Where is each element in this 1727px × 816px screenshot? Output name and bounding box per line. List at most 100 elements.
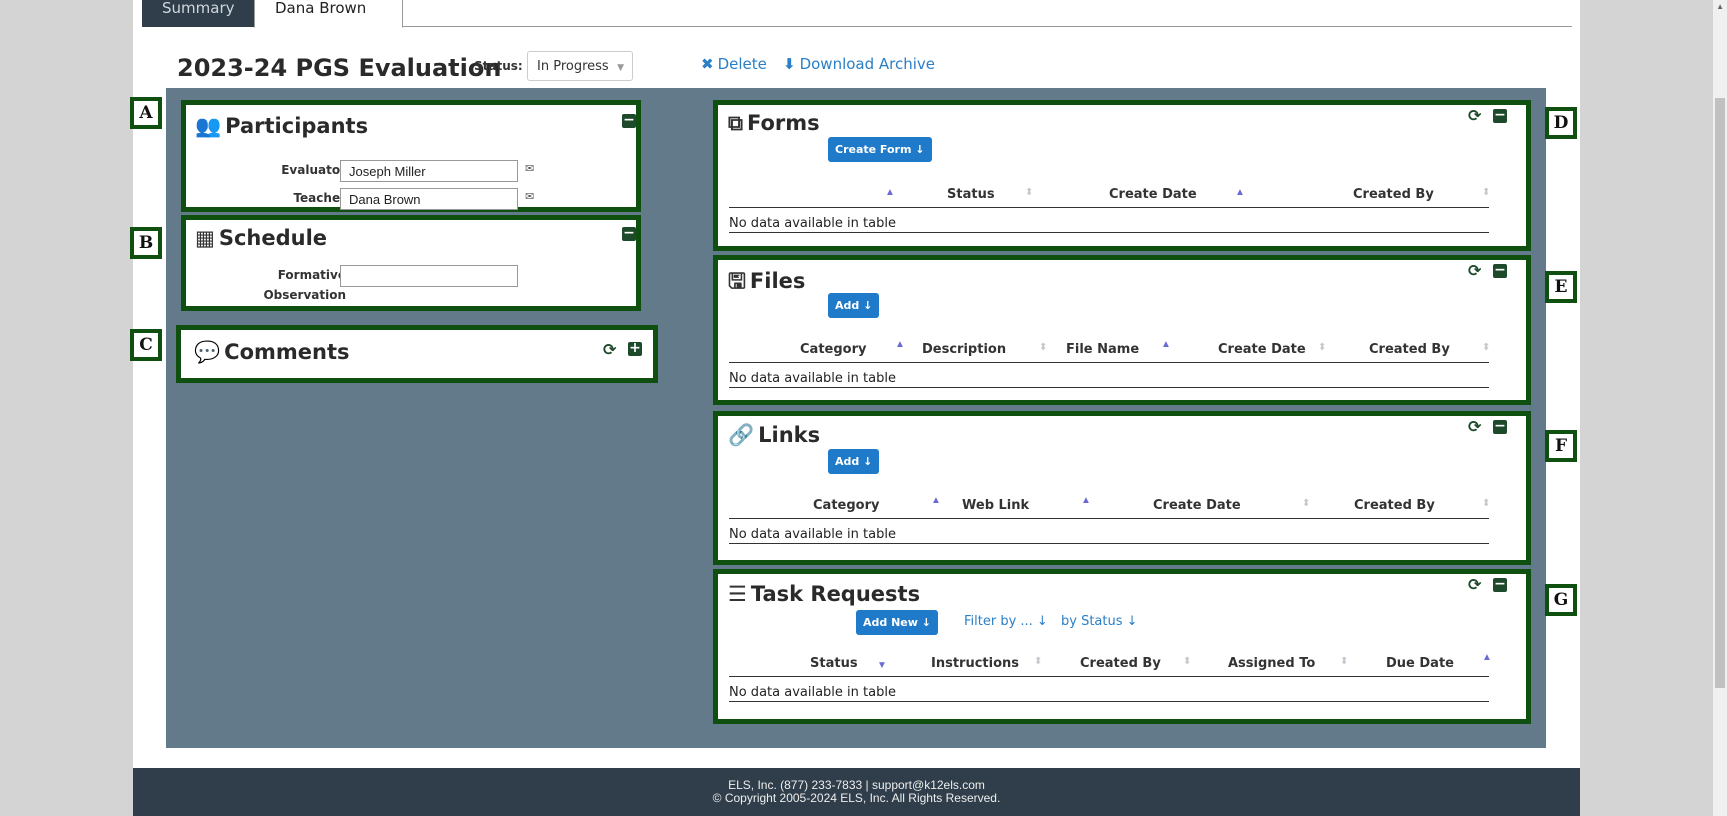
sort-icon[interactable]: ⬍ [1318, 342, 1326, 353]
sort-icon[interactable]: ⬍ [1482, 498, 1490, 509]
sort-asc-icon[interactable]: ▲ [895, 339, 905, 350]
sort-icon[interactable]: ⬍ [1183, 656, 1191, 667]
sort-asc-icon[interactable]: ▲ [1482, 652, 1492, 663]
comments-icon: 💬 [194, 340, 221, 364]
collapse-icon[interactable]: − [622, 226, 636, 241]
scroll-up-icon[interactable]: ▲ [1716, 2, 1724, 11]
sort-asc-icon[interactable]: ▲ [885, 187, 895, 198]
filter-by-dropdown[interactable]: Filter by ... ↓ [964, 614, 1048, 629]
marker-g: G [1545, 584, 1577, 616]
page: Summary Dana Brown 2023-24 PGS Evaluatio… [133, 0, 1580, 816]
column-header[interactable]: Category [800, 342, 866, 357]
tab-dana-brown[interactable]: Dana Brown [254, 0, 403, 28]
sort-icon[interactable]: ⬍ [1482, 342, 1490, 353]
teacher-field[interactable]: Dana Brown [340, 188, 518, 210]
forms-panel: ⧉ Forms ⟳ − Create Form ↓ ▲ Status ⬍ Crea… [713, 100, 1531, 251]
refresh-icon[interactable]: ⟳ [1468, 575, 1481, 594]
teacher-label: Teacher [293, 191, 346, 205]
create-form-button[interactable]: Create Form ↓ [828, 137, 932, 162]
tab-bar: Summary Dana Brown [142, 0, 1572, 28]
column-header[interactable]: Created By [1353, 187, 1434, 202]
column-header[interactable]: Description [922, 342, 1006, 357]
footer: ELS, Inc. (877) 233-7833 | support@k12el… [133, 768, 1580, 816]
evaluator-label: Evaluator [281, 163, 346, 177]
collapse-icon[interactable]: − [1493, 419, 1507, 434]
tab-summary[interactable]: Summary [142, 0, 254, 27]
column-header[interactable]: File Name [1066, 342, 1139, 357]
sort-icon[interactable]: ⬍ [1039, 342, 1047, 353]
column-header[interactable]: Create Date [1218, 342, 1306, 357]
add-new-task-button[interactable]: Add New ↓ [856, 610, 938, 635]
divider [729, 543, 1489, 544]
status-select[interactable]: In Progress ▼ [527, 51, 633, 81]
list-icon: ☰ [728, 582, 747, 606]
column-header[interactable]: Assigned To [1228, 656, 1315, 671]
download-archive-link[interactable]: ⬇ Download Archive [783, 55, 935, 73]
sort-icon[interactable]: ⬍ [1025, 187, 1033, 198]
comments-title: 💬 Comments [194, 340, 350, 364]
email-icon[interactable]: ✉ [525, 162, 534, 175]
links-title: 🔗 Links [728, 423, 821, 447]
participants-title: 👥 Participants [195, 114, 369, 138]
sort-asc-icon[interactable]: ▲ [1161, 339, 1171, 350]
column-header[interactable]: Web Link [962, 498, 1029, 513]
participants-panel: 👥 Participants − Evaluator Joseph Miller … [181, 100, 641, 212]
column-header[interactable]: Category [813, 498, 879, 513]
column-header[interactable]: Create Date [1153, 498, 1241, 513]
formative-label-line2: Observation [263, 288, 346, 302]
collapse-icon[interactable]: − [622, 113, 636, 128]
evaluation-board: 👥 Participants − Evaluator Joseph Miller … [166, 88, 1546, 748]
column-header[interactable]: Status [947, 187, 995, 202]
sort-desc-icon[interactable]: ▼ [877, 660, 887, 671]
users-icon: 👥 [195, 114, 222, 138]
links-panel: 🔗 Links ⟳ − Add ↓ Category ▲ Web Link ▲ C… [713, 411, 1531, 565]
divider [729, 362, 1489, 363]
scrollbar[interactable]: ▲ [1713, 0, 1727, 816]
scroll-thumb[interactable] [1715, 98, 1725, 688]
expand-icon[interactable]: + [628, 341, 642, 356]
calendar-icon: ▦ [195, 226, 215, 250]
sort-icon[interactable]: ⬍ [1034, 656, 1042, 667]
delete-link[interactable]: ✖ Delete [701, 55, 767, 73]
divider [729, 232, 1489, 233]
column-header[interactable]: Create Date [1109, 187, 1197, 202]
add-link-button[interactable]: Add ↓ [828, 449, 880, 474]
delete-label: Delete [717, 55, 767, 73]
column-header[interactable]: Created By [1369, 342, 1450, 357]
column-header[interactable]: Due Date [1386, 656, 1454, 671]
filter-by-status-dropdown[interactable]: by Status ↓ [1061, 614, 1138, 629]
sort-icon[interactable]: ⬍ [1340, 656, 1348, 667]
empty-message: No data available in table [729, 685, 896, 700]
column-header[interactable]: Created By [1080, 656, 1161, 671]
chevron-down-icon: ▼ [617, 63, 624, 73]
column-header[interactable]: Instructions [931, 656, 1019, 671]
collapse-icon[interactable]: − [1493, 108, 1507, 123]
column-header[interactable]: Status [810, 656, 858, 671]
formative-observation-field[interactable] [340, 265, 518, 287]
sort-asc-icon[interactable]: ▲ [931, 495, 941, 506]
marker-d: D [1545, 107, 1577, 139]
refresh-icon[interactable]: ⟳ [1468, 261, 1481, 280]
column-header[interactable]: Created By [1354, 498, 1435, 513]
files-panel: 🖫 Files ⟳ − Add ↓ Category ▲ Description … [713, 255, 1531, 405]
marker-a: A [130, 97, 162, 129]
sort-icon[interactable]: ⬍ [1302, 498, 1310, 509]
divider [729, 676, 1489, 677]
status-value: In Progress [537, 59, 609, 74]
refresh-icon[interactable]: ⟳ [603, 340, 616, 359]
add-file-button[interactable]: Add ↓ [828, 293, 880, 318]
evaluator-field[interactable]: Joseph Miller [340, 160, 518, 182]
forms-icon: ⧉ [728, 111, 743, 135]
marker-e: E [1545, 271, 1577, 303]
page-title: 2023-24 PGS Evaluation [177, 54, 502, 82]
refresh-icon[interactable]: ⟳ [1468, 106, 1481, 125]
refresh-icon[interactable]: ⟳ [1468, 417, 1481, 436]
sort-icon[interactable]: ⬍ [1482, 187, 1490, 198]
email-icon[interactable]: ✉ [525, 190, 534, 203]
sort-asc-icon[interactable]: ▲ [1235, 187, 1245, 198]
close-icon: ✖ [701, 55, 714, 73]
sort-asc-icon[interactable]: ▲ [1081, 495, 1091, 506]
collapse-icon[interactable]: − [1493, 263, 1507, 278]
collapse-icon[interactable]: − [1493, 577, 1507, 592]
task-requests-panel: ☰ Task Requests ⟳ − Add New ↓ Filter by .… [713, 569, 1531, 724]
